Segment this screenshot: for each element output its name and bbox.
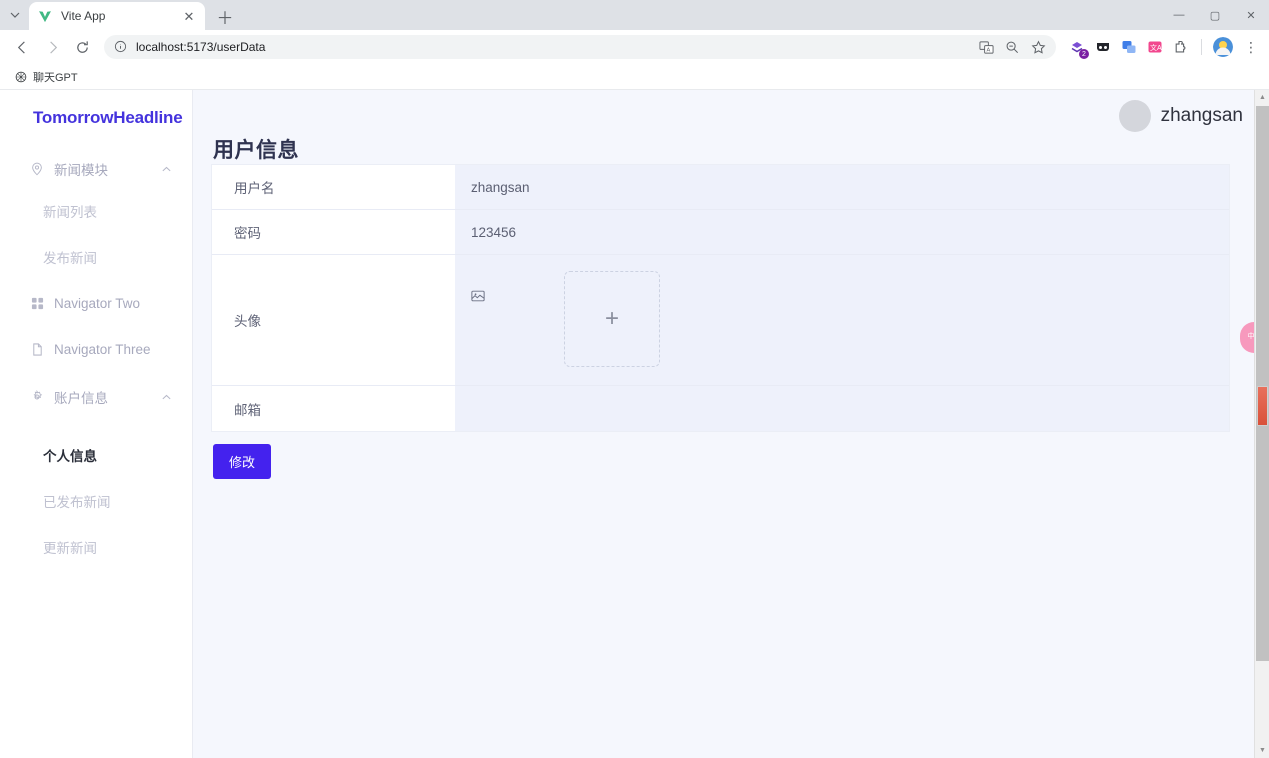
page-header: 用户信息 zhangsan (193, 90, 1269, 164)
user-details-table: 用户名 zhangsan 密码 123456 头像 + 邮箱 (211, 164, 1230, 432)
extension-puzzle-icon[interactable] (1172, 38, 1190, 56)
sidebar-item-label: 新闻列表 (43, 205, 97, 220)
sidebar-item-navigator-three[interactable]: Navigator Three (0, 326, 192, 372)
table-row: 邮箱 (212, 386, 1229, 431)
row-label: 密码 (212, 210, 455, 254)
tab-close-icon[interactable]: ✕ (181, 8, 197, 24)
sidebar: TomorrowHeadline 新闻模块 新闻列表 发布新闻 Navigato… (0, 90, 193, 758)
sidebar-item-label: 已发布新闻 (43, 495, 111, 510)
table-row: 头像 + (212, 255, 1229, 386)
extension-blue-translate-icon[interactable] (1120, 38, 1138, 56)
svg-text:A: A (986, 47, 990, 53)
tab-title: Vite App (61, 9, 106, 23)
svg-text:中: 中 (1247, 331, 1254, 340)
sidebar-item-news-list[interactable]: 新闻列表 (0, 188, 192, 234)
address-bar-url: localhost:5173/userData (136, 40, 266, 54)
sidebar-item-label: 发布新闻 (43, 251, 97, 266)
chatgpt-icon (14, 70, 28, 84)
address-bar[interactable]: localhost:5173/userData A (104, 35, 1056, 59)
table-row: 密码 123456 (212, 210, 1229, 255)
three-dot-menu-icon[interactable]: ⋮ (1241, 39, 1261, 56)
sidebar-group-account[interactable]: 账户信息 (0, 378, 192, 416)
extensions-strip: 2 文A ⋮ (1064, 37, 1261, 59)
star-icon[interactable] (1030, 39, 1046, 55)
chevron-up-icon[interactable] (160, 391, 172, 403)
sidebar-group-news[interactable]: 新闻模块 (0, 150, 192, 188)
sidebar-item-personal-info[interactable]: 个人信息 (0, 432, 192, 478)
page-title: 用户信息 (213, 139, 299, 162)
document-icon (30, 342, 44, 356)
scroll-up-icon[interactable]: ▲ (1255, 90, 1269, 105)
svg-text:文A: 文A (1150, 43, 1162, 52)
scroll-down-icon[interactable]: ▼ (1255, 743, 1269, 758)
sidebar-item-label: 个人信息 (43, 449, 97, 464)
sidebar-menu: 新闻模块 新闻列表 发布新闻 Navigator Two Navigator T… (0, 150, 192, 570)
page-viewport: TomorrowHeadline 新闻模块 新闻列表 发布新闻 Navigato… (0, 90, 1269, 758)
profile-avatar-icon[interactable] (1213, 37, 1233, 57)
scrollbar-find-marker (1257, 386, 1268, 426)
sidebar-item-label: Navigator Two (54, 295, 141, 311)
browser-toolbar: localhost:5173/userData A 2 文A ⋮ (0, 30, 1269, 64)
row-value-avatar: + (455, 255, 1229, 385)
chevron-down-icon (10, 12, 20, 18)
extension-purple-layers-icon[interactable]: 2 (1068, 38, 1089, 59)
sidebar-group-label: 新闻模块 (54, 163, 108, 178)
chevron-up-icon[interactable] (160, 163, 172, 175)
table-row: 用户名 zhangsan (212, 165, 1229, 210)
back-arrow-icon[interactable] (8, 33, 36, 61)
row-value: zhangsan (455, 165, 1229, 209)
minimize-icon[interactable]: — (1161, 0, 1197, 30)
zoom-out-icon[interactable] (1004, 39, 1020, 55)
sidebar-item-label: Navigator Three (54, 341, 151, 357)
row-value (455, 386, 1229, 431)
row-value: 123456 (455, 210, 1229, 254)
app-brand: TomorrowHeadline (33, 108, 183, 127)
new-tab-button[interactable]: ＋ (211, 2, 239, 30)
sidebar-item-label: 更新新闻 (43, 541, 97, 556)
scrollbar-thumb[interactable] (1256, 106, 1269, 661)
location-pin-icon (30, 162, 44, 176)
reload-icon[interactable] (68, 33, 96, 61)
extension-dark-glasses-icon[interactable] (1094, 38, 1112, 56)
bookmark-label: 聊天GPT (33, 71, 78, 84)
broken-image-icon (471, 289, 485, 303)
modify-button[interactable]: 修改 (213, 444, 272, 479)
plus-icon: + (604, 305, 619, 332)
grid-squares-icon (30, 296, 44, 310)
browser-window: Vite App ✕ ＋ — ▢ ✕ localhost:5173/userDa… (0, 0, 1269, 758)
sidebar-item-navigator-two[interactable]: Navigator Two (0, 280, 192, 326)
bookmarks-bar: 聊天GPT (0, 64, 1269, 90)
sidebar-item-publish-news[interactable]: 发布新闻 (0, 234, 192, 280)
browser-tab[interactable]: Vite App ✕ (29, 2, 205, 30)
user-avatar-icon (1118, 100, 1151, 132)
tab-search-button[interactable] (1, 1, 29, 29)
sidebar-item-update-news[interactable]: 更新新闻 (0, 524, 192, 570)
maximize-icon[interactable]: ▢ (1197, 0, 1233, 30)
row-label: 邮箱 (212, 386, 455, 431)
tab-strip: Vite App ✕ ＋ — ▢ ✕ (0, 0, 1269, 30)
window-controls: — ▢ ✕ (1161, 0, 1269, 30)
forward-arrow-icon[interactable] (38, 33, 66, 61)
bookmark-item[interactable]: 聊天GPT (10, 67, 82, 87)
user-chip[interactable]: zhangsan (1118, 100, 1243, 132)
user-name: zhangsan (1160, 105, 1243, 126)
main-content: 用户信息 zhangsan 用户名 zhangsan 密码 123456 头像 (193, 90, 1269, 758)
toolbar-divider (1201, 39, 1202, 55)
extension-pink-translate-icon[interactable]: 文A (1146, 38, 1164, 56)
page-scrollbar[interactable]: ▲ ▼ (1254, 90, 1269, 758)
gear-icon (30, 390, 44, 404)
vite-logo-icon (37, 8, 53, 24)
close-icon[interactable]: ✕ (1233, 0, 1269, 30)
avatar-upload-button[interactable]: + (564, 271, 660, 367)
extension-badge-count: 2 (1079, 49, 1089, 59)
sidebar-group-label: 账户信息 (54, 391, 108, 406)
translate-page-icon[interactable]: A (978, 39, 994, 55)
row-label: 用户名 (212, 165, 455, 209)
row-label: 头像 (212, 255, 455, 385)
info-circle-icon (114, 40, 128, 54)
sidebar-item-published-news[interactable]: 已发布新闻 (0, 478, 192, 524)
